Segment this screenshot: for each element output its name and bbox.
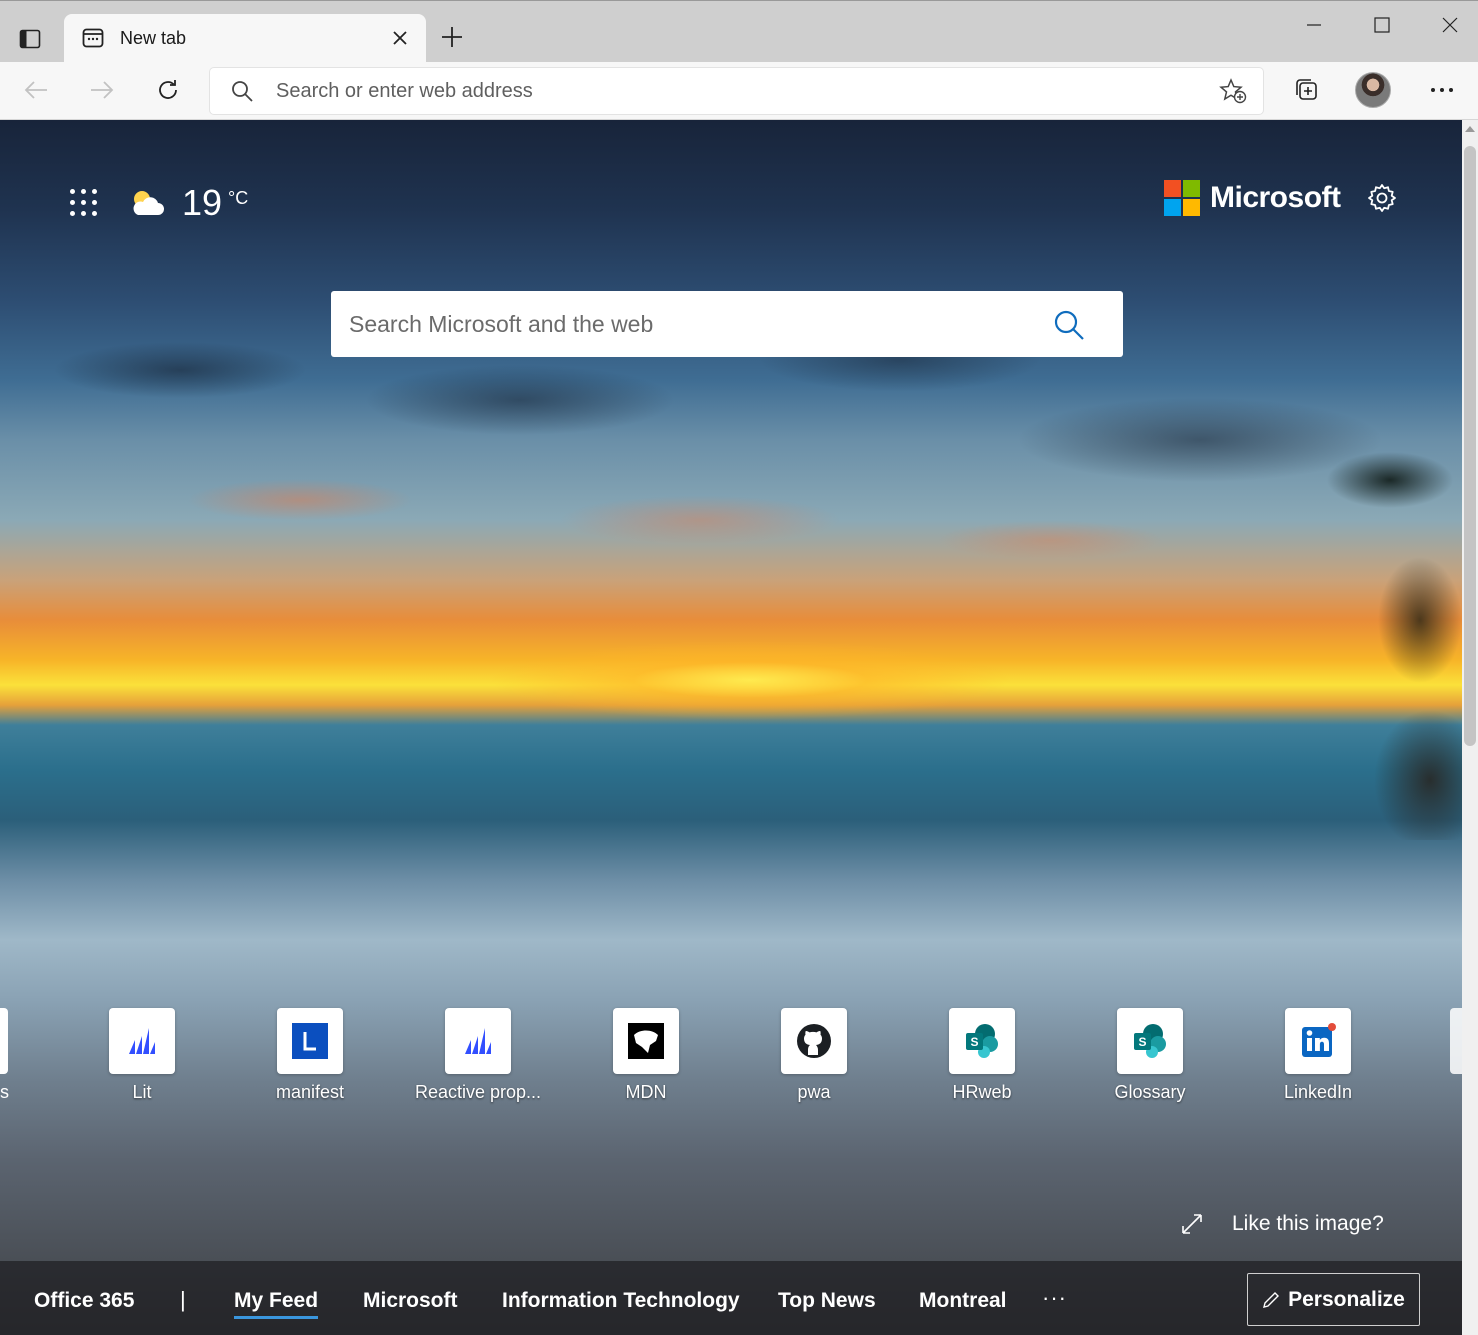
refresh-icon	[159, 80, 177, 99]
quick-link-label: manifest	[275, 1082, 345, 1102]
quick-link-mdn[interactable]: MDN	[578, 1008, 714, 1103]
collections-button[interactable]	[1286, 72, 1326, 108]
quick-link-lit[interactable]: Lit	[74, 1008, 210, 1103]
star-add-icon	[1219, 78, 1247, 104]
app-launcher-button[interactable]	[70, 189, 98, 217]
quick-link-linkedin[interactable]: LinkedIn	[1250, 1008, 1386, 1103]
github-icon	[797, 1024, 831, 1058]
temperature-unit: °C	[228, 188, 249, 208]
new-tab-button[interactable]	[438, 23, 466, 51]
expand-icon[interactable]	[1180, 1212, 1204, 1236]
close-window-button[interactable]	[1430, 9, 1470, 41]
microsoft-logo[interactable]: Microsoft	[1164, 180, 1341, 216]
forward-button[interactable]	[82, 72, 122, 108]
like-this-image-text[interactable]: Like this image?	[1232, 1212, 1384, 1236]
quick-link-reactive-properties[interactable]: Reactive prop...	[410, 1008, 546, 1103]
back-arrow-icon	[24, 81, 47, 99]
quick-link-label: MDN	[625, 1082, 667, 1102]
lit-icon	[465, 1028, 491, 1054]
quick-link-label: Lit	[132, 1082, 152, 1102]
search-icon	[232, 81, 253, 102]
partly-cloudy-icon[interactable]	[128, 188, 166, 218]
quick-link-label: LinkedIn	[1283, 1082, 1353, 1102]
maximize-icon	[1374, 17, 1390, 33]
personalize-label: Personalize	[1288, 1287, 1405, 1311]
lit-icon	[129, 1028, 155, 1054]
nav-information-technology[interactable]: Information Technology	[502, 1289, 740, 1313]
tab-new-tab[interactable]: New tab	[64, 14, 426, 63]
letter-l-icon	[292, 1023, 328, 1059]
address-bar[interactable]: Search or enter web address	[210, 68, 1263, 114]
background-image-palms	[1240, 420, 1462, 840]
pencil-icon	[1263, 1291, 1280, 1308]
svg-text:S: S	[1138, 1035, 1146, 1049]
back-button[interactable]	[16, 72, 56, 108]
sharepoint-icon: S	[966, 1024, 998, 1058]
more-horizontal-icon	[1431, 88, 1453, 92]
microsoft-brand-text: Microsoft	[1210, 181, 1341, 214]
new-tab-page: 19 °C Microsoft Search Microsoft and the…	[0, 120, 1462, 1335]
close-window-icon	[1442, 17, 1458, 33]
web-search-box[interactable]: Search Microsoft and the web	[331, 291, 1123, 357]
tab-strip: New tab	[0, 0, 1478, 63]
nav-top-news[interactable]: Top News	[778, 1289, 876, 1313]
tab-actions-button[interactable]	[10, 21, 50, 57]
nav-my-feed[interactable]: My Feed	[234, 1289, 319, 1319]
tab-title: New tab	[120, 28, 187, 48]
nav-separator: |	[180, 1287, 186, 1312]
quick-link-label: Glossary	[1114, 1082, 1186, 1102]
quick-link-label: Reactive prop...	[414, 1082, 542, 1102]
sharepoint-icon: S	[1134, 1024, 1166, 1058]
close-tab-button[interactable]	[388, 26, 412, 50]
linkedin-icon	[1302, 1023, 1336, 1057]
tab-actions-icon	[19, 29, 41, 49]
browser-window: New tab Search or enter web address 19 °…	[0, 0, 1478, 1335]
nav-more-button[interactable]: ···	[1042, 1285, 1067, 1311]
nav-office-365[interactable]: Office 365	[34, 1289, 134, 1313]
svg-text:S: S	[970, 1035, 978, 1049]
minimize-button[interactable]	[1294, 9, 1334, 41]
quick-link-label: HRweb	[952, 1082, 1012, 1102]
top-left-widgets: 19 °C	[70, 182, 248, 224]
microsoft-grid-icon	[1164, 180, 1200, 216]
plus-icon	[442, 27, 462, 47]
mdn-icon	[628, 1023, 664, 1059]
collections-icon	[1296, 79, 1317, 100]
close-icon	[393, 31, 407, 45]
personalize-button[interactable]: Personalize	[1247, 1273, 1420, 1326]
quick-link-glossary[interactable]: S Glossary	[1082, 1008, 1218, 1103]
like-this-image[interactable]: Like this image?	[1180, 1212, 1384, 1236]
nav-microsoft[interactable]: Microsoft	[363, 1289, 458, 1313]
maximize-button[interactable]	[1362, 9, 1402, 41]
quick-link-hrweb[interactable]: S HRweb	[914, 1008, 1050, 1103]
feed-navigation-bar: Office 365 | My Feed Microsoft Informati…	[0, 1261, 1462, 1335]
quick-link-pwa[interactable]: pwa	[746, 1008, 882, 1103]
newtab-page-icon	[82, 28, 104, 48]
scroll-up-arrow-icon[interactable]	[1465, 126, 1475, 132]
page-settings-button[interactable]	[1364, 180, 1400, 216]
temperature-value[interactable]: 19	[182, 182, 222, 224]
add-favorite-button[interactable]	[1219, 78, 1247, 109]
refresh-button[interactable]	[148, 72, 188, 108]
minimize-icon	[1307, 24, 1321, 26]
browser-toolbar: Search or enter web address	[0, 62, 1478, 120]
web-search-button[interactable]	[1049, 305, 1089, 345]
settings-and-more-button[interactable]	[1422, 72, 1462, 108]
quick-link-manifest[interactable]: manifest	[242, 1008, 378, 1103]
address-bar-placeholder: Search or enter web address	[276, 80, 533, 102]
nav-montreal[interactable]: Montreal	[919, 1289, 1007, 1313]
vertical-scrollbar[interactable]	[1462, 120, 1478, 1335]
search-icon	[1054, 310, 1084, 340]
quick-link-label: pwa	[797, 1082, 831, 1102]
gear-icon	[1368, 184, 1396, 212]
profile-avatar[interactable]	[1355, 72, 1391, 108]
web-search-placeholder: Search Microsoft and the web	[349, 311, 654, 337]
scrollbar-thumb[interactable]	[1464, 146, 1476, 746]
forward-arrow-icon	[91, 81, 114, 99]
quick-links: Lit manifest Reactive prop... MDN pwa S …	[0, 1008, 1462, 1118]
quick-links-next-button[interactable]	[1450, 1008, 1462, 1074]
